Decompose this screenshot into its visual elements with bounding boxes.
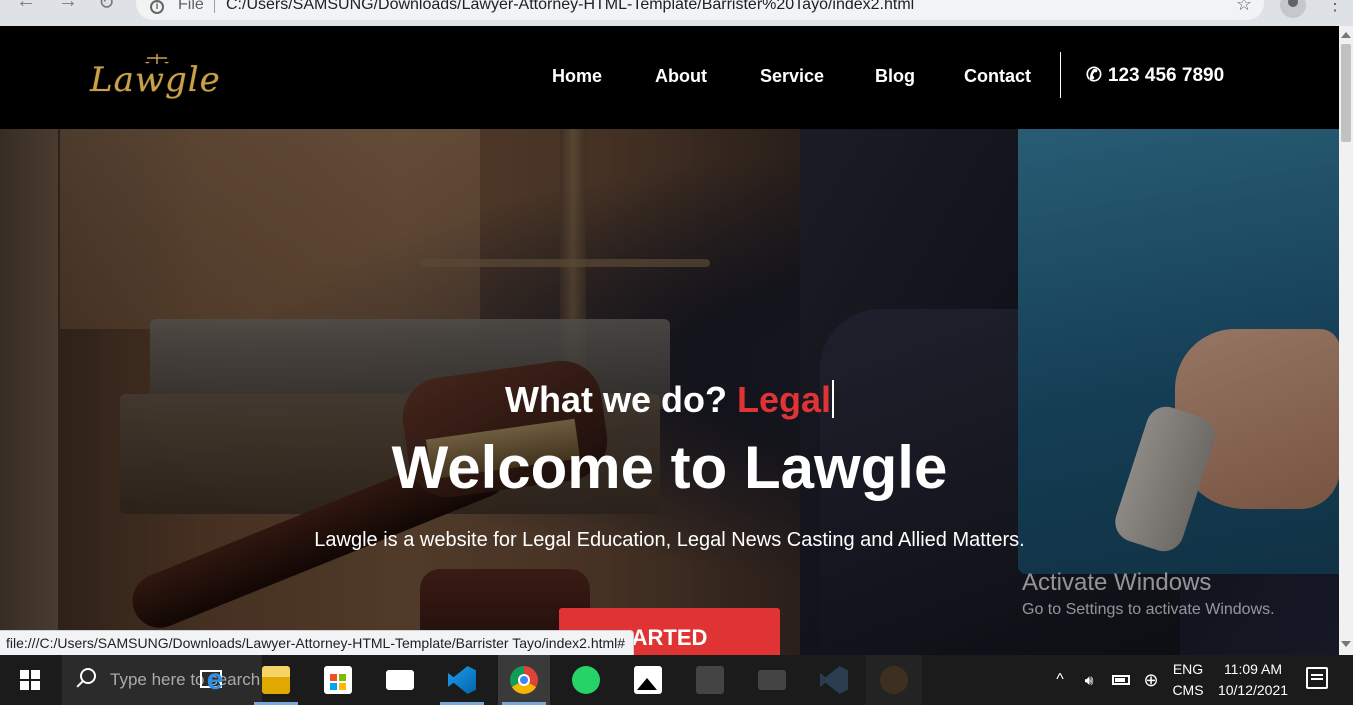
nav-home[interactable]: Home	[552, 66, 602, 87]
windows-taskbar: Type here to search e ^ 🔊︎ ⊕ ENG CMS 11:…	[0, 655, 1353, 705]
site-logo[interactable]: Lawgle	[90, 52, 265, 102]
bookmark-star-icon[interactable]: ☆	[1236, 0, 1252, 15]
search-icon	[80, 668, 96, 684]
mail-icon	[758, 670, 786, 690]
hero-description: Lawgle is a website for Legal Education,…	[314, 529, 1025, 551]
notification-center-icon[interactable]	[1306, 667, 1328, 689]
nav-divider	[1060, 52, 1061, 98]
network-globe-icon[interactable]: ⊕	[1138, 655, 1164, 705]
taskbar-vscode[interactable]	[436, 655, 488, 705]
taskbar-mail[interactable]	[374, 655, 426, 705]
phone-number: 123 456 7890	[1107, 65, 1225, 86]
scroll-thumb[interactable]	[1341, 44, 1351, 142]
status-url-bubble: file:///C:/Users/SAMSUNG/Downloads/Lawye…	[0, 630, 635, 655]
forward-arrow-icon[interactable]: →	[58, 0, 78, 13]
windows-logo-icon	[20, 670, 40, 690]
hero-subtitle: What we do? Legal	[0, 379, 1339, 421]
address-bar[interactable]: i File C:/Users/SAMSUNG/Downloads/Lawyer…	[136, 0, 1264, 20]
battery-icon[interactable]	[1106, 655, 1136, 705]
taskbar-whatsapp[interactable]	[560, 655, 612, 705]
phone-link[interactable]: ✆ 123 456 7890	[1086, 64, 1224, 87]
hero-typed-word: Legal	[736, 379, 832, 420]
divider	[214, 0, 215, 13]
start-button[interactable]	[0, 655, 60, 705]
taskbar-store-ghost[interactable]	[684, 655, 736, 705]
taskbar-mail-ghost[interactable]	[746, 655, 798, 705]
hero-subtitle-prefix: What we do?	[504, 379, 727, 420]
cta-label: ARTED	[631, 625, 708, 650]
clock-date: 10/12/2021	[1217, 682, 1289, 698]
whatsapp-icon	[572, 666, 600, 694]
reload-icon[interactable]: ↻	[98, 0, 115, 15]
file-label: File	[178, 0, 204, 13]
store-icon	[696, 666, 724, 694]
watermark-title: Activate Windows	[1022, 569, 1212, 596]
profile-avatar-icon[interactable]	[1280, 0, 1306, 18]
browser-toolbar: ← → ↻ i File C:/Users/SAMSUNG/Downloads/…	[0, 0, 1353, 26]
taskbar-clock[interactable]: 11:09 AM 10/12/2021	[1210, 659, 1296, 701]
taskbar-photos[interactable]	[622, 655, 674, 705]
activate-windows-watermark: Activate Windows Go to Settings to activ…	[1022, 569, 1275, 619]
language-indicator[interactable]: ENG CMS	[1168, 659, 1208, 701]
language-line2: CMS	[1172, 682, 1204, 698]
taskbar-vscode-ghost[interactable]	[808, 655, 860, 705]
vscode-icon	[820, 666, 848, 694]
chrome-icon	[880, 666, 908, 694]
edge-icon: e	[206, 663, 224, 696]
url-text[interactable]: C:/Users/SAMSUNG/Downloads/Lawyer-Attorn…	[226, 0, 914, 14]
site-header: Lawgle Home About Service Blog Contact ✆…	[0, 26, 1339, 129]
scroll-up-arrow-icon[interactable]	[1341, 32, 1351, 38]
store-icon	[324, 666, 352, 694]
info-icon[interactable]: i	[150, 0, 164, 14]
clock-time: 11:09 AM	[1223, 661, 1283, 677]
typing-caret	[832, 380, 835, 418]
nav-about[interactable]: About	[655, 66, 707, 87]
vscode-icon	[448, 666, 476, 694]
watermark-subtitle: Go to Settings to activate Windows.	[1022, 601, 1275, 618]
volume-icon[interactable]: 🔊︎	[1076, 655, 1102, 705]
page-scrollbar[interactable]	[1339, 26, 1353, 655]
taskbar-edge[interactable]: e	[190, 655, 240, 705]
nav-blog[interactable]: Blog	[875, 66, 915, 87]
taskbar-file-explorer[interactable]	[250, 655, 302, 705]
logo-text: Lawgle	[90, 60, 221, 100]
nav-service[interactable]: Service	[760, 66, 824, 87]
phone-icon: ✆	[1086, 65, 1102, 86]
hero-title: Welcome to Lawgle	[391, 434, 948, 501]
back-arrow-icon[interactable]: ←	[16, 0, 36, 13]
taskbar-chrome-ghost[interactable]	[866, 655, 922, 705]
menu-kebab-icon[interactable]: ⋮	[1326, 0, 1344, 15]
language-line1: ENG	[1172, 661, 1204, 677]
scroll-down-arrow-icon[interactable]	[1341, 641, 1351, 647]
mail-icon	[386, 670, 414, 690]
taskbar-store[interactable]	[312, 655, 364, 705]
tray-chevron-icon[interactable]: ^	[1048, 655, 1072, 705]
taskbar-chrome[interactable]	[498, 655, 550, 705]
chrome-icon	[510, 666, 538, 694]
hero-section: What we do? Legal Welcome to Lawgle Lawg…	[0, 129, 1339, 655]
nav-contact[interactable]: Contact	[964, 66, 1031, 87]
photos-icon	[634, 666, 662, 694]
folder-icon	[262, 666, 290, 694]
